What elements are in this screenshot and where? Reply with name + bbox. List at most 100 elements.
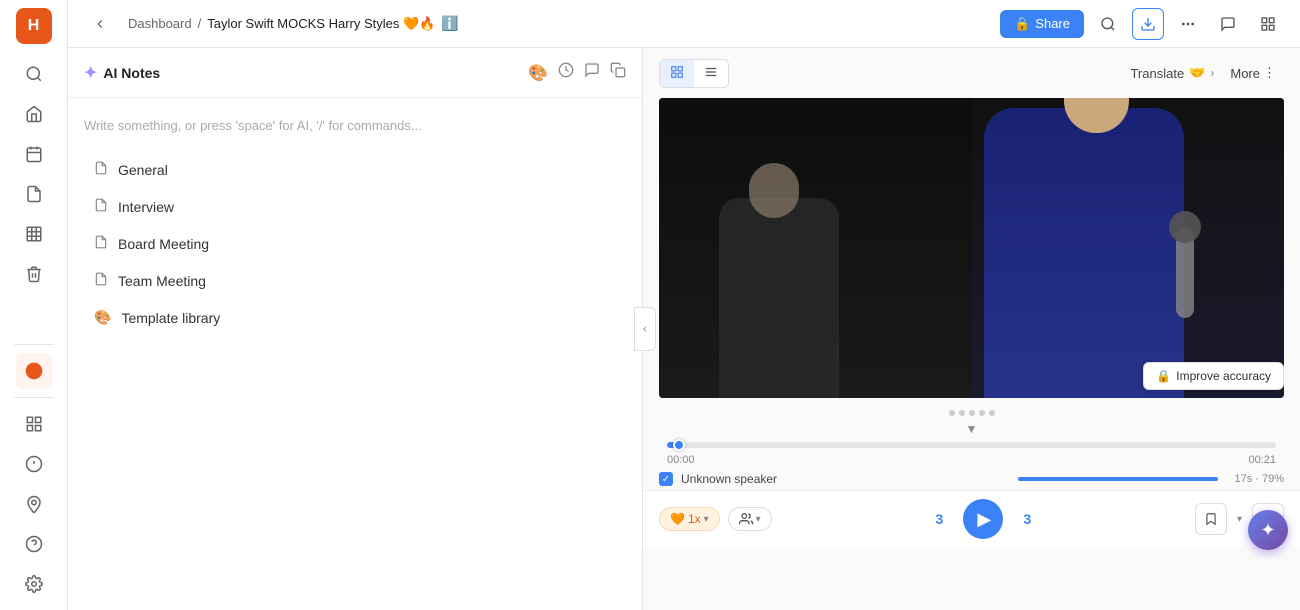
people-button[interactable]: ▾ xyxy=(728,507,772,531)
more-dots-icon: ⋮ xyxy=(1263,65,1276,81)
list-view-btn[interactable] xyxy=(694,60,728,87)
skip-back-button[interactable]: 3 xyxy=(923,503,955,535)
spark-icon: ✦ xyxy=(84,63,97,83)
doc-icon-team-meeting xyxy=(94,272,108,289)
video-panel: Translate 🤝 › More ⋮ xyxy=(643,48,1300,610)
share-label: Share xyxy=(1035,16,1070,31)
ai-notes-label: ✦ AI Notes xyxy=(84,63,516,83)
notes-placeholder: Write something, or press 'space' for AI… xyxy=(84,114,626,153)
collapse-sidebar-btn[interactable] xyxy=(84,8,116,40)
download-button[interactable] xyxy=(1132,8,1164,40)
nav-help[interactable] xyxy=(16,526,52,562)
doc-icon-board-meeting xyxy=(94,235,108,252)
notes-item-team-meeting[interactable]: Team Meeting xyxy=(84,264,626,297)
notes-item-interview[interactable]: Interview xyxy=(84,190,626,223)
bookmark-chevron[interactable]: ▾ xyxy=(1235,514,1244,525)
notes-editor[interactable]: Write something, or press 'space' for AI… xyxy=(68,98,642,610)
play-button[interactable]: ▶ xyxy=(963,499,1003,539)
nav-location[interactable] xyxy=(16,486,52,522)
speed-button[interactable]: 🧡 1x ▾ xyxy=(659,507,720,531)
improve-accuracy-label: Improve accuracy xyxy=(1176,369,1271,383)
bookmark-button[interactable] xyxy=(1195,503,1227,535)
dot-3 xyxy=(969,410,975,416)
speed-chevron-icon: ▾ xyxy=(704,514,709,525)
nav-active-section[interactable] xyxy=(16,353,52,389)
nav-notes[interactable] xyxy=(16,176,52,212)
translate-emoji: 🤝 xyxy=(1189,65,1205,81)
people-chevron-icon: ▾ xyxy=(756,514,761,525)
clock-icon[interactable] xyxy=(558,62,574,83)
dot-1 xyxy=(949,410,955,416)
skip-back-label: 3 xyxy=(935,511,943,527)
timeline-labels: 00:00 00:21 xyxy=(667,452,1276,468)
nav-billing[interactable] xyxy=(16,446,52,482)
speaker-label: Unknown speaker xyxy=(681,472,1002,486)
fab-button[interactable]: ✦ xyxy=(1248,510,1288,550)
nav-search[interactable] xyxy=(16,56,52,92)
doc-icon-general xyxy=(94,161,108,178)
header-actions: 🔒 Share xyxy=(1000,8,1284,40)
more-label: More xyxy=(1230,66,1260,81)
video-area: 🔒 Improve accuracy xyxy=(659,98,1284,398)
grid-view-btn[interactable] xyxy=(660,60,694,87)
skip-forward-button[interactable]: 3 xyxy=(1011,503,1043,535)
nav-table[interactable] xyxy=(16,216,52,252)
translate-label: Translate xyxy=(1130,66,1184,81)
copy-icon[interactable] xyxy=(610,62,626,83)
notes-item-general[interactable]: General xyxy=(84,153,626,186)
timeline-dots xyxy=(659,406,1284,420)
nav-calendar[interactable] xyxy=(16,136,52,172)
translate-chevron-icon: › xyxy=(1210,66,1214,80)
content-body: ✦ AI Notes 🎨 Write somet xyxy=(68,48,1300,610)
speaker-duration: 17s · 79% xyxy=(1234,473,1284,485)
timeline-area: ▼ 00:00 00:21 ✓ Unknown speaker xyxy=(643,406,1300,490)
info-icon[interactable]: ℹ️ xyxy=(441,15,458,32)
skip-forward-label: 3 xyxy=(1023,511,1031,527)
share-button[interactable]: 🔒 Share xyxy=(1000,10,1084,38)
video-panel-toolbar: Translate 🤝 › More ⋮ xyxy=(643,48,1300,98)
notes-panel: ✦ AI Notes 🎨 Write somet xyxy=(68,48,643,610)
app-logo[interactable]: H xyxy=(16,8,52,44)
breadcrumb-home[interactable]: Dashboard xyxy=(128,16,192,31)
main-content: Dashboard / Taylor Swift MOCKS Harry Sty… xyxy=(68,0,1300,610)
nav-trash[interactable] xyxy=(16,256,52,292)
grid-button[interactable] xyxy=(1252,8,1284,40)
color-palette-icon[interactable]: 🎨 xyxy=(528,63,548,83)
people-icon xyxy=(739,512,753,526)
bottom-controls: 🧡 1x ▾ ▾ 3 ▶ 3 xyxy=(643,490,1300,547)
dot-2 xyxy=(959,410,965,416)
speaker-checkbox[interactable]: ✓ xyxy=(659,472,673,486)
notes-item-template-library[interactable]: 🎨 Template library xyxy=(84,301,626,334)
left-sidebar: H xyxy=(0,0,68,610)
nav-settings[interactable] xyxy=(16,566,52,602)
notes-item-board-meeting[interactable]: Board Meeting xyxy=(84,227,626,260)
chat-button[interactable] xyxy=(1212,8,1244,40)
breadcrumb: Dashboard / Taylor Swift MOCKS Harry Sty… xyxy=(128,15,992,32)
collapse-panel-btn[interactable] xyxy=(634,307,656,351)
translate-button[interactable]: Translate 🤝 › xyxy=(1130,65,1214,81)
nav-home[interactable] xyxy=(16,96,52,132)
notes-toolbar-icons: 🎨 xyxy=(528,62,626,83)
improve-accuracy-icon: 🔒 xyxy=(1156,369,1171,383)
template-icon: 🎨 xyxy=(94,309,111,326)
search-button[interactable] xyxy=(1092,8,1124,40)
notes-item-label-board-meeting: Board Meeting xyxy=(118,236,209,252)
timeline-track[interactable] xyxy=(667,442,1276,448)
top-header: Dashboard / Taylor Swift MOCKS Harry Sty… xyxy=(68,0,1300,48)
more-button[interactable]: More ⋮ xyxy=(1222,61,1284,85)
nav-integrations[interactable] xyxy=(16,406,52,442)
timeline-handle[interactable] xyxy=(673,439,685,451)
timeline-expand-arrow[interactable]: ▼ xyxy=(659,420,1284,438)
chat-notes-icon[interactable] xyxy=(584,62,600,83)
doc-icon-interview xyxy=(94,198,108,215)
more-options-button[interactable] xyxy=(1172,8,1204,40)
play-icon: ▶ xyxy=(977,509,991,530)
dot-4 xyxy=(979,410,985,416)
improve-accuracy-btn[interactable]: 🔒 Improve accuracy xyxy=(1143,362,1284,390)
speaker-row: ✓ Unknown speaker 17s · 79% xyxy=(659,468,1284,490)
timeline-end: 00:21 xyxy=(1248,454,1276,466)
fab-icon: ✦ xyxy=(1260,520,1275,541)
video-still xyxy=(659,98,1284,398)
timeline-start: 00:00 xyxy=(667,454,695,466)
breadcrumb-current: Taylor Swift MOCKS Harry Styles 🧡🔥 xyxy=(207,16,435,32)
